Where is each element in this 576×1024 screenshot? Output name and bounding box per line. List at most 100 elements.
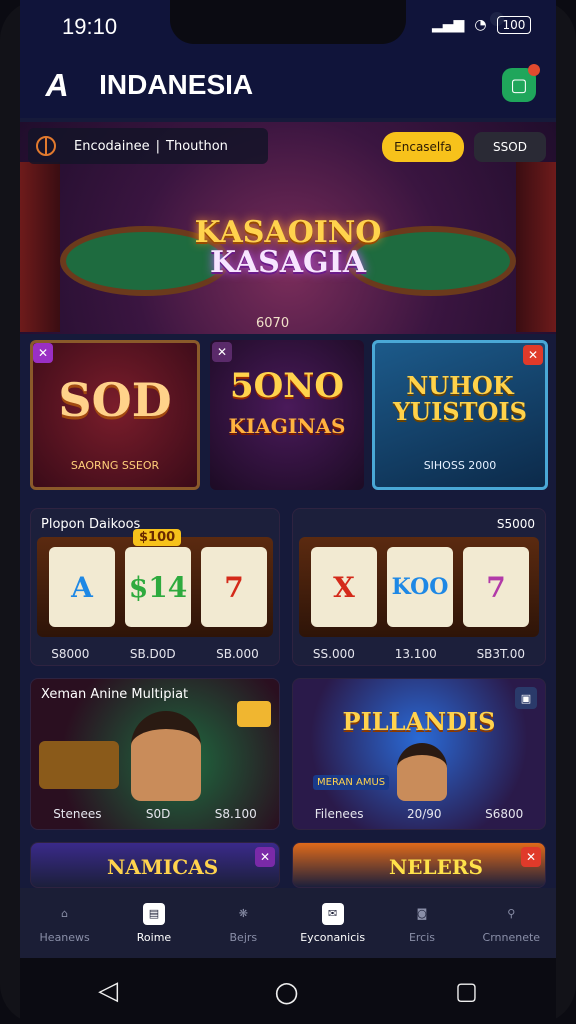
app-title: INDANESIA xyxy=(99,69,254,100)
paw-icon: ❋ xyxy=(238,907,248,920)
curtain-right xyxy=(516,162,556,332)
slot-footer-value: SB3T.00 xyxy=(476,647,526,661)
back-icon[interactable]: ◁ xyxy=(98,976,118,1006)
battery-icon: 100 xyxy=(496,16,532,34)
hero-subtitle: 6070 xyxy=(256,316,290,331)
promo-footer-value: S8.100 xyxy=(214,807,257,821)
message-icon: ✉ xyxy=(321,902,344,925)
nav-item-search[interactable]: ⚲ Crnnenete xyxy=(467,888,556,958)
curtain-left xyxy=(20,162,60,332)
nav-label: Bejrs xyxy=(229,930,258,944)
featured-card-title: NUHOK YUISTOIS xyxy=(393,371,527,427)
nav-item-messages[interactable]: ✉ Eyconanicis xyxy=(288,888,377,958)
slot-top-value: $100 xyxy=(133,529,182,546)
app-header: A INDANESIA ▢ xyxy=(20,52,556,118)
promo-card-subtitle: MERAN AMUS xyxy=(313,775,390,790)
slot-reels: X KOO 7 xyxy=(299,537,539,637)
slot-reel: $14 xyxy=(125,547,191,627)
globe-icon xyxy=(36,136,56,156)
nav-item-ercis[interactable]: ◙ Ercis xyxy=(377,888,466,958)
nav-label: Eyconanicis xyxy=(300,930,366,944)
slot-card-footer: S8000 SB.D0D SB.000 xyxy=(31,647,279,661)
slot-card-header: Plopon Daikoos xyxy=(41,517,141,532)
promo-card-2[interactable]: PILLANDIS MERAN AMUS ▣ Filenees 20/90 S6… xyxy=(292,678,546,830)
wifi-icon: ◔ xyxy=(474,17,487,33)
nav-label: Crnnenete xyxy=(482,930,541,944)
slot-reels: $100 A $14 7 xyxy=(37,529,273,637)
app-logo[interactable]: A xyxy=(43,67,72,104)
promo-footer-value: Filenees xyxy=(314,807,364,821)
home-circle-icon[interactable]: ○ xyxy=(274,975,298,1008)
close-icon[interactable]: ✕ xyxy=(255,847,275,867)
phone-frame: 19:10 ▂▄▆ ◔ 100 A INDANESIA ▢ Encodainee xyxy=(0,0,576,1024)
badge-icon: ✕ xyxy=(33,343,53,363)
register-button[interactable]: Encaselfa xyxy=(382,132,464,162)
featured-card-1[interactable]: ✕ SOD SAORNG SSEOR xyxy=(30,340,200,490)
language-bar[interactable]: Encodainee | Thouthon xyxy=(28,128,268,164)
featured-card-title: SOD xyxy=(58,373,172,427)
slot-footer-value: S8000 xyxy=(51,647,90,661)
android-nav-bar: ◁ ○ ▢ xyxy=(20,958,556,1024)
nav-item-bejrs[interactable]: ❋ Bejrs xyxy=(199,888,288,958)
slot-card-1[interactable]: Plopon Daikoos $100 A $14 7 S8000 SB.D0D… xyxy=(30,508,280,666)
status-bar: 19:10 ▂▄▆ ◔ 100 xyxy=(20,0,556,52)
partial-card-2[interactable]: NELERS ✕ xyxy=(292,842,546,888)
nav-label: Roime xyxy=(136,930,172,944)
promo-footer-value: S6800 xyxy=(485,807,524,821)
language-secondary[interactable]: Thouthon xyxy=(166,139,228,154)
slot-reel: X xyxy=(311,547,377,627)
slot-top-value: S5000 xyxy=(496,517,535,531)
camera-icon: ◙ xyxy=(416,907,428,920)
notification-dot xyxy=(528,64,540,76)
home-icon: ⌂ xyxy=(61,907,69,920)
slot-reel: 7 xyxy=(201,547,267,627)
hero-banner[interactable]: Encodainee | Thouthon Encaselfa SSOD KAS… xyxy=(20,122,556,334)
bottom-nav: ⌂ Heanews ▤ Roime ❋ Bejrs ✉ Eyconanicis … xyxy=(20,888,556,958)
featured-card-subtitle: SIHOSS 2000 xyxy=(423,459,497,472)
slot-card-2[interactable]: S5000 X KOO 7 SS.000 13.100 SB3T.00 xyxy=(292,508,546,666)
slot-footer-value: SB.D0D xyxy=(129,647,176,661)
nav-item-roime[interactable]: ▤ Roime xyxy=(109,888,198,958)
promo-footer-value: 20/90 xyxy=(406,807,442,821)
hero-title-line1: KASAOINO xyxy=(194,215,382,250)
partial-card-1[interactable]: NAMICAS ✕ xyxy=(30,842,280,888)
info-icon[interactable]: ▣ xyxy=(515,687,537,709)
featured-card-subtitle: KIAGINAS xyxy=(228,414,346,438)
avatar xyxy=(397,743,447,801)
promo-card-footer: Stenees S0D S8.100 xyxy=(31,807,279,821)
screen: 19:10 ▂▄▆ ◔ 100 A INDANESIA ▢ Encodainee xyxy=(20,0,556,1024)
promo-card-1[interactable]: Xeman Anine Multipiat Stenees S0D S8.100 xyxy=(30,678,280,830)
slot-reel: A xyxy=(49,547,115,627)
close-icon[interactable]: ✕ xyxy=(523,345,543,365)
recents-icon[interactable]: ▢ xyxy=(455,977,478,1005)
featured-card-2[interactable]: ✕ 5ONO KIAGINAS xyxy=(210,340,364,490)
search-icon: ⚲ xyxy=(507,907,516,920)
promo-card-logo xyxy=(39,741,119,789)
balance-button[interactable]: SSOD xyxy=(474,132,546,162)
close-icon[interactable]: ✕ xyxy=(521,847,541,867)
slot-reel: 7 xyxy=(463,547,529,627)
promo-card-header: Xeman Anine Multipiat xyxy=(41,687,189,702)
featured-cards: ✕ SOD SAORNG SSEOR ✕ 5ONO KIAGINAS ✕ NUH… xyxy=(20,340,556,492)
slot-footer-value: 13.100 xyxy=(394,647,437,661)
slot-reel: KOO xyxy=(387,547,453,627)
language-separator: | xyxy=(155,138,161,154)
status-icons: ▂▄▆ ◔ 100 xyxy=(432,16,532,34)
nav-item-home[interactable]: ⌂ Heanews xyxy=(20,888,109,958)
featured-card-title: 5ONO xyxy=(230,366,344,406)
notch xyxy=(170,0,504,44)
chat-icon: ▢ xyxy=(510,74,528,96)
nav-label: Ercis xyxy=(408,930,436,944)
slot-footer-value: SS.000 xyxy=(312,647,355,661)
badge-icon: ✕ xyxy=(212,342,232,362)
promo-footer-value: S0D xyxy=(145,807,171,821)
status-time: 19:10 xyxy=(62,14,118,39)
language-primary[interactable]: Encodainee xyxy=(74,139,150,154)
featured-card-3[interactable]: ✕ NUHOK YUISTOIS SIHOSS 2000 xyxy=(372,340,548,490)
avatar xyxy=(131,711,201,801)
chat-button[interactable]: ▢ xyxy=(502,64,540,102)
partial-card-title: NAMICAS xyxy=(107,855,219,879)
slot-card-footer: SS.000 13.100 SB3T.00 xyxy=(293,647,545,661)
nav-label: Heanews xyxy=(39,930,90,944)
promo-footer-value: Stenees xyxy=(53,807,102,821)
